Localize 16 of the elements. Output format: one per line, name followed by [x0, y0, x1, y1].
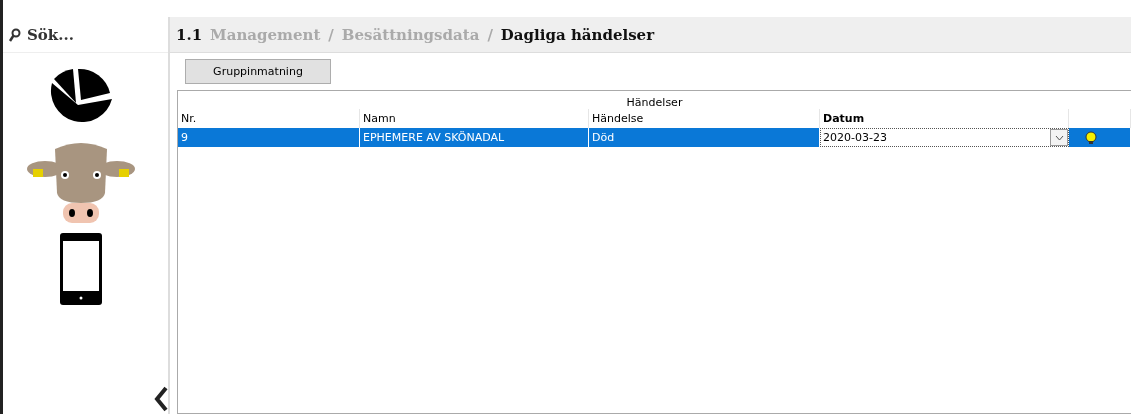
collapse-chevron-icon[interactable]: [154, 386, 168, 412]
date-dropdown[interactable]: 2020-03-23: [820, 128, 1069, 147]
search-icon: [9, 27, 21, 42]
section-number: 1.1: [176, 25, 203, 44]
smartphone-icon[interactable]: [59, 233, 102, 305]
table-cell: EPHEMERE AV SKÖNADAL: [360, 128, 589, 147]
table-cell: Död: [589, 128, 820, 147]
table-cell: 9: [178, 128, 360, 147]
dropdown-chevron-icon[interactable]: [1050, 129, 1068, 146]
breadcrumb-separator: /: [328, 25, 334, 44]
lightbulb-icon[interactable]: [1084, 130, 1098, 145]
table-group-header: Händelser: [626, 96, 683, 109]
cow-head-icon[interactable]: [26, 141, 135, 225]
group-entry-button[interactable]: Gruppinmatning: [185, 59, 331, 84]
breadcrumb-separator: /: [487, 25, 493, 44]
breadcrumb-item: Dagliga händelser: [500, 25, 655, 44]
